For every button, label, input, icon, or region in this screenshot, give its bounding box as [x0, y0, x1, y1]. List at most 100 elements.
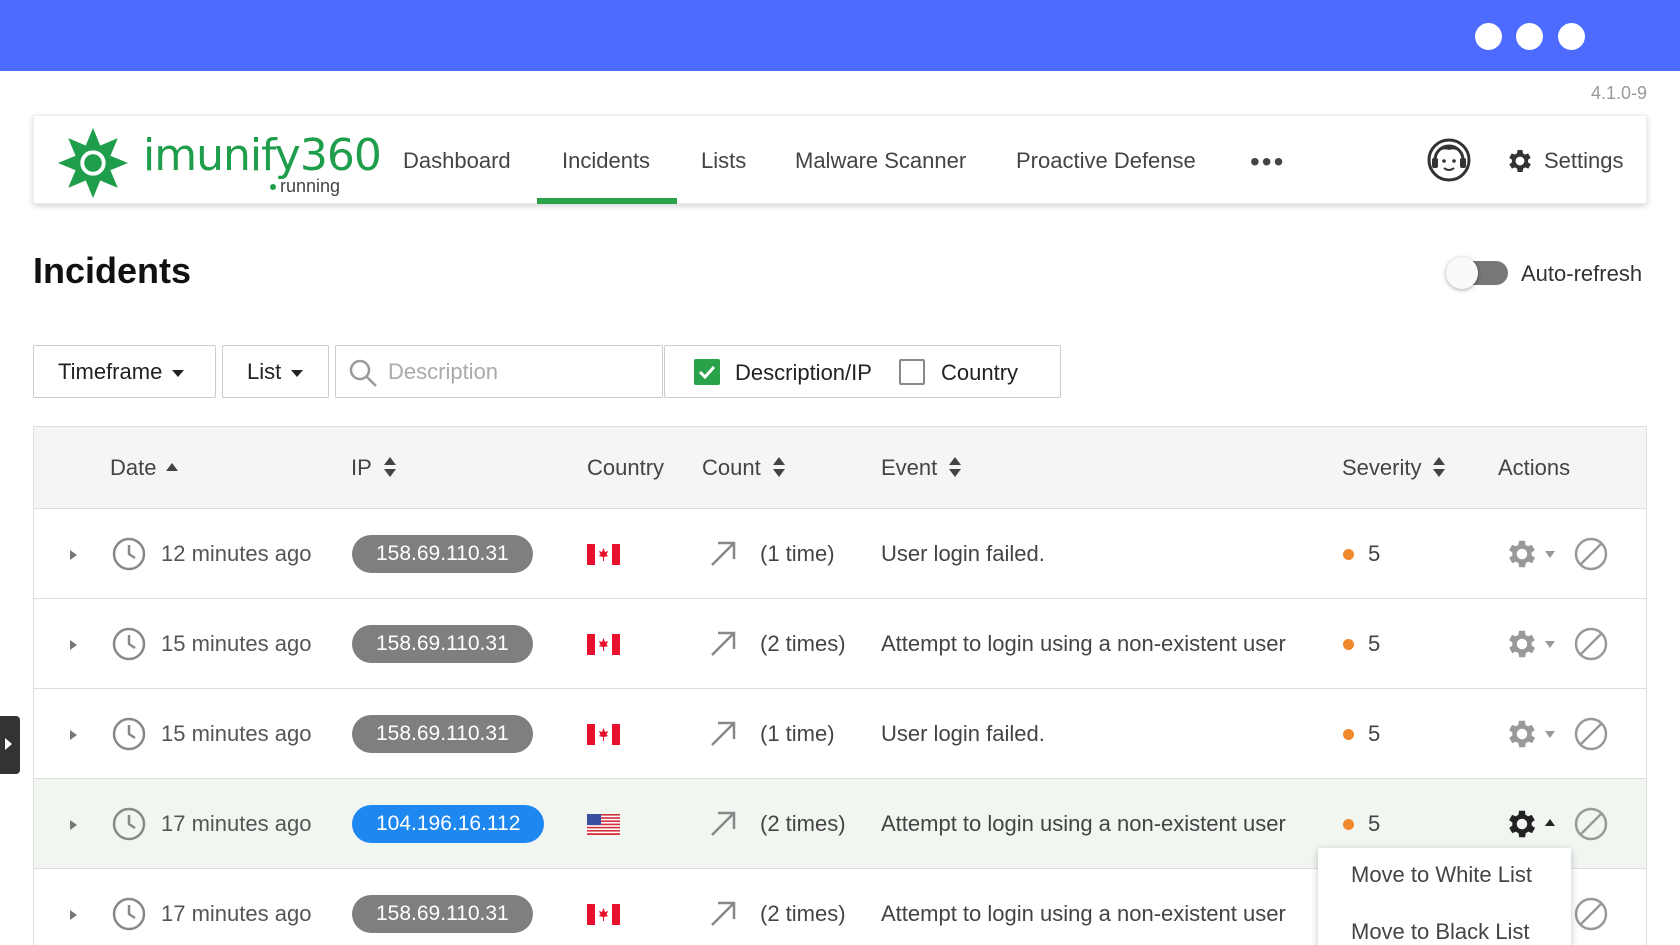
sort-icon [949, 457, 962, 478]
expand-row-icon[interactable] [70, 730, 77, 740]
app-version: 4.1.0-9 [1590, 83, 1647, 103]
sort-icon [383, 457, 396, 478]
sort-ascending-icon [166, 463, 179, 472]
incident-event: Attempt to login using a non-existent us… [881, 631, 1286, 656]
actions-gear-icon[interactable] [1504, 626, 1540, 662]
window-dot-icon[interactable] [1558, 23, 1585, 50]
ip-address-pill[interactable]: 158.69.110.31 [352, 895, 533, 933]
expand-row-icon[interactable] [70, 820, 77, 830]
column-event-label: Event [881, 455, 938, 480]
incident-date: 15 minutes ago [161, 721, 312, 746]
timeframe-dropdown[interactable]: Timeframe [33, 345, 216, 398]
ip-address-pill[interactable]: 158.69.110.31 [352, 715, 533, 753]
ip-address-pill[interactable]: 158.69.110.31 [352, 535, 533, 573]
incident-count: (2 times) [760, 631, 846, 656]
nav-incidents[interactable]: Incidents [562, 116, 650, 205]
flag-canada-icon [587, 544, 620, 565]
column-ip[interactable]: IP [351, 427, 396, 509]
block-icon[interactable] [1573, 806, 1609, 842]
column-date[interactable]: Date [110, 427, 179, 509]
block-icon[interactable] [1573, 626, 1609, 662]
table-row[interactable]: 15 minutes ago 158.69.110.31 (1 time) User … [34, 689, 1646, 779]
column-count-label: Count [702, 455, 761, 480]
auto-refresh-toggle[interactable] [1446, 257, 1508, 289]
severity-dot-icon [1343, 639, 1354, 650]
country-checkbox[interactable] [899, 359, 925, 385]
incident-count: (2 times) [760, 811, 846, 836]
actions-gear-icon[interactable] [1504, 806, 1540, 842]
block-icon[interactable] [1573, 896, 1609, 932]
external-link-arrow-icon[interactable] [706, 897, 740, 931]
caret-down-icon[interactable] [1545, 731, 1555, 738]
incident-date: 17 minutes ago [161, 901, 312, 926]
block-icon[interactable] [1573, 716, 1609, 752]
expand-row-icon[interactable] [70, 910, 77, 920]
incident-date: 17 minutes ago [161, 811, 312, 836]
flag-usa-icon [587, 814, 620, 835]
external-link-arrow-icon[interactable] [706, 717, 740, 751]
toggle-knob [1446, 257, 1478, 289]
description-ip-label: Description/IP [735, 360, 872, 385]
column-country: Country [587, 427, 664, 509]
nav-malware-scanner[interactable]: Malware Scanner [795, 116, 966, 205]
table-row[interactable]: 15 minutes ago 158.69.110.31 (2 times) Atte… [34, 599, 1646, 689]
window-dot-icon[interactable] [1475, 23, 1502, 50]
actions-gear-icon[interactable] [1504, 536, 1540, 572]
move-to-whitelist-item[interactable]: Move to White List [1351, 862, 1532, 888]
caret-down-icon[interactable] [1545, 551, 1555, 558]
flag-canada-icon [587, 904, 620, 925]
table-row[interactable]: 12 minutes ago 158.69.110.31 (1 time) User … [34, 509, 1646, 599]
column-ip-label: IP [351, 455, 372, 480]
list-label: List [247, 359, 282, 384]
column-country-label: Country [587, 455, 665, 480]
ip-address-pill[interactable]: 158.69.110.31 [352, 625, 533, 663]
auto-refresh-label: Auto-refresh [1521, 261, 1643, 286]
severity-dot-icon [1343, 729, 1354, 740]
logo-wordmark: imunify360 [143, 130, 382, 181]
search-icon [349, 359, 377, 387]
expand-row-icon[interactable] [70, 640, 77, 650]
column-event[interactable]: Event [881, 427, 962, 509]
caret-down-icon[interactable] [1545, 641, 1555, 648]
flag-canada-icon [587, 724, 620, 745]
search-input[interactable] [388, 352, 648, 392]
list-dropdown[interactable]: List [222, 345, 329, 398]
column-actions: Actions [1498, 427, 1570, 509]
nav-more-menu[interactable]: ••• [1250, 146, 1285, 178]
severity-dot-icon [1343, 549, 1354, 560]
external-link-arrow-icon[interactable] [706, 627, 740, 661]
column-severity[interactable]: Severity [1342, 427, 1446, 509]
sort-icon [772, 457, 785, 478]
window-titlebar [0, 0, 1680, 71]
caret-up-icon[interactable] [1545, 819, 1555, 826]
column-count[interactable]: Count [702, 427, 785, 509]
external-link-arrow-icon[interactable] [706, 807, 740, 841]
description-ip-checkbox[interactable] [694, 359, 720, 385]
support-headset-icon[interactable] [1427, 138, 1471, 182]
settings-gear-icon[interactable] [1505, 146, 1535, 176]
move-to-blacklist-item[interactable]: Move to Black List [1351, 919, 1530, 945]
checkmark-icon [698, 365, 716, 380]
sidebar-expand-handle[interactable] [0, 716, 20, 774]
clock-icon [112, 717, 146, 751]
settings-label[interactable]: Settings [1544, 116, 1624, 206]
window-dot-icon[interactable] [1516, 23, 1543, 50]
actions-dropdown-menu: Move to White List Move to Black List [1318, 848, 1571, 945]
ip-address-pill[interactable]: 104.196.16.112 [352, 805, 545, 843]
nav-lists[interactable]: Lists [701, 116, 746, 205]
nav-dashboard[interactable]: Dashboard [403, 116, 511, 205]
column-severity-label: Severity [1342, 455, 1422, 480]
table-header: Date IP Country Count Event Severity Act… [34, 427, 1646, 509]
incident-date: 15 minutes ago [161, 631, 312, 656]
severity-value: 5 [1368, 721, 1381, 746]
incident-count: (1 time) [760, 721, 835, 746]
flag-canada-icon [587, 634, 620, 655]
nav-proactive-defense[interactable]: Proactive Defense [1016, 116, 1196, 205]
incident-date: 12 minutes ago [161, 541, 312, 566]
page-title: Incidents [33, 250, 192, 291]
expand-row-icon[interactable] [70, 550, 77, 560]
block-icon[interactable] [1573, 536, 1609, 572]
actions-gear-icon[interactable] [1504, 716, 1540, 752]
external-link-arrow-icon[interactable] [706, 537, 740, 571]
incident-event: Attempt to login using a non-existent us… [881, 901, 1286, 926]
